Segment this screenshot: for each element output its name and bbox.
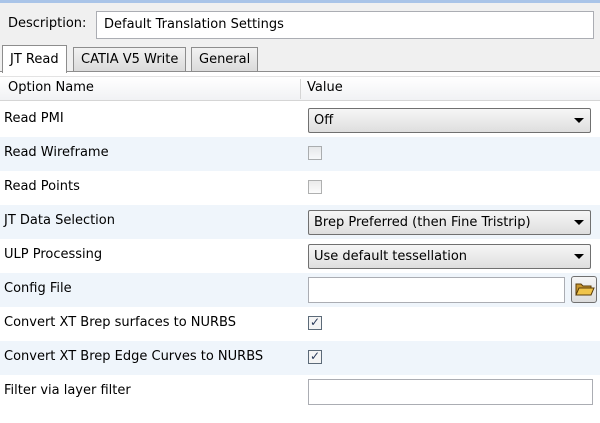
chevron-down-icon [574, 118, 584, 123]
grid-header: Option Name Value [0, 76, 600, 101]
column-separator[interactable] [300, 79, 301, 99]
description-label: Description: [8, 16, 87, 31]
column-header-value[interactable]: Value [307, 80, 343, 95]
browse-config-file-button[interactable] [571, 276, 597, 303]
tab-strip: JT Read CATIA V5 Write General [0, 45, 600, 73]
convert-edge-curves-checkbox[interactable]: ✓ [308, 349, 322, 364]
description-input[interactable]: Default Translation Settings [96, 11, 594, 39]
options-panel: Option Name Value Read PMI Off Read Wire… [0, 71, 600, 423]
option-row-config-file: Config File [0, 273, 600, 307]
read-wireframe-checkbox[interactable] [308, 146, 322, 160]
dropdown-value: Use default tessellation [314, 249, 468, 264]
option-label: JT Data Selection [4, 213, 115, 228]
option-row-jt-data-selection: JT Data Selection Brep Preferred (then F… [0, 205, 600, 239]
convert-surfaces-checkbox[interactable]: ✓ [308, 315, 322, 330]
read-pmi-dropdown[interactable]: Off [308, 108, 591, 133]
option-label: Convert XT Brep surfaces to NURBS [4, 315, 236, 330]
column-header-option-name[interactable]: Option Name [8, 80, 94, 95]
checkmark-icon: ✓ [310, 349, 321, 363]
chevron-down-icon [574, 254, 584, 259]
option-row-convert-edge-curves: Convert XT Brep Edge Curves to NURBS ✓ [0, 341, 600, 375]
option-label: Read PMI [4, 111, 64, 126]
folder-open-icon [575, 283, 595, 296]
tab-jt-read[interactable]: JT Read [2, 45, 67, 73]
option-row-read-points: Read Points [0, 171, 600, 205]
option-label: Config File [4, 281, 72, 296]
option-label: Read Points [4, 179, 80, 194]
option-row-filter-layer: Filter via layer filter [0, 375, 600, 409]
option-row-convert-surfaces: Convert XT Brep surfaces to NURBS ✓ [0, 307, 600, 341]
option-row-ulp-processing: ULP Processing Use default tessellation [0, 239, 600, 273]
option-row-read-wireframe: Read Wireframe [0, 137, 600, 171]
ulp-processing-dropdown[interactable]: Use default tessellation [308, 244, 591, 269]
dropdown-value: Brep Preferred (then Fine Tristrip) [314, 215, 531, 230]
option-label: Read Wireframe [4, 145, 109, 160]
checkmark-icon: ✓ [310, 315, 321, 329]
config-file-input[interactable] [308, 277, 565, 303]
description-row: Description: Default Translation Setting… [0, 3, 600, 45]
jt-data-selection-dropdown[interactable]: Brep Preferred (then Fine Tristrip) [308, 210, 591, 235]
option-label: Filter via layer filter [4, 383, 131, 398]
layer-filter-input[interactable] [308, 379, 593, 405]
dropdown-value: Off [314, 113, 334, 128]
tab-general[interactable]: General [191, 47, 259, 72]
option-row-read-pmi: Read PMI Off [0, 103, 600, 137]
option-label: ULP Processing [4, 247, 103, 262]
option-label: Convert XT Brep Edge Curves to NURBS [4, 349, 264, 364]
chevron-down-icon [574, 220, 584, 225]
tab-catia-v5-write[interactable]: CATIA V5 Write [73, 47, 187, 72]
read-points-checkbox[interactable] [308, 180, 322, 194]
